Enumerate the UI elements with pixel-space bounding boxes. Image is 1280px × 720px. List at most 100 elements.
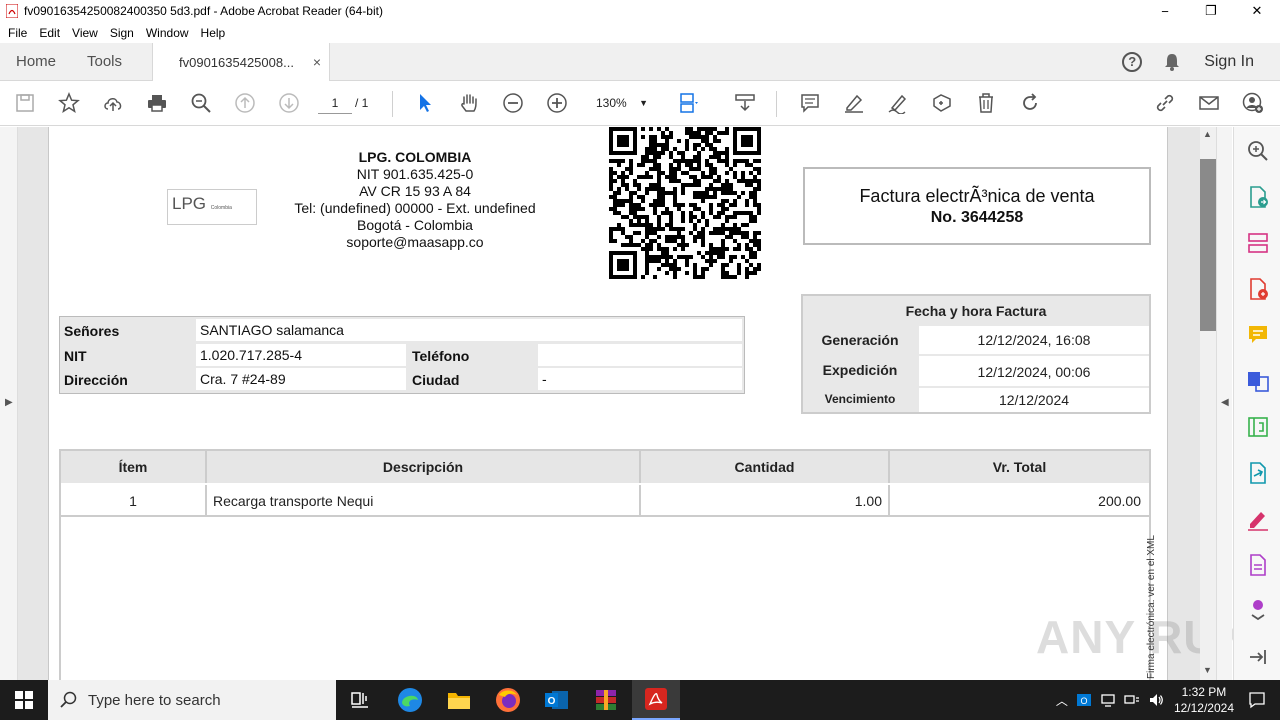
create-pdf-icon[interactable] bbox=[1246, 277, 1270, 301]
table-header-item: Ítem bbox=[61, 451, 207, 483]
menu-window[interactable]: Window bbox=[140, 26, 195, 40]
expedicion-value: 12/12/2024, 00:06 bbox=[919, 356, 1149, 386]
system-tray: ︿ O 1:32 PM 12/12/2024 bbox=[1052, 680, 1280, 720]
zoom-level-select[interactable]: 130% ▼ bbox=[590, 92, 652, 114]
hand-tool-icon[interactable] bbox=[457, 91, 481, 115]
restore-button[interactable]: ❐ bbox=[1188, 0, 1234, 22]
outlook-icon[interactable]: O bbox=[533, 680, 581, 720]
direccion-value: Cra. 7 #24-89 bbox=[196, 368, 406, 390]
firefox-icon[interactable] bbox=[484, 680, 532, 720]
add-user-icon[interactable] bbox=[1241, 91, 1265, 115]
menu-edit[interactable]: Edit bbox=[33, 26, 66, 40]
scroll-up-icon[interactable]: ▲ bbox=[1203, 129, 1212, 139]
toolbar: 1 / 1 130% ▼ bbox=[0, 81, 1280, 126]
draw-sign-icon[interactable] bbox=[886, 91, 910, 115]
zoom-search-icon[interactable] bbox=[189, 91, 213, 115]
bell-icon[interactable] bbox=[1164, 53, 1180, 71]
search-icon bbox=[60, 691, 77, 708]
collapse-rail-icon[interactable] bbox=[1246, 645, 1270, 669]
help-icon[interactable]: ? bbox=[1122, 52, 1143, 72]
table-cell-total: 200.00 bbox=[890, 485, 1149, 517]
windows-taskbar: Type here to search O ︿ O 1:32 PM 12/12/… bbox=[0, 680, 1280, 720]
comment-tool-icon[interactable] bbox=[1246, 323, 1270, 347]
menu-view[interactable]: View bbox=[66, 26, 104, 40]
document-icon[interactable] bbox=[1246, 553, 1270, 577]
invoice-title-box: Factura electrÃ³nica de venta No. 364425… bbox=[803, 167, 1151, 245]
zoom-out-icon[interactable] bbox=[501, 91, 525, 115]
trash-icon[interactable] bbox=[974, 91, 998, 115]
acrobat-taskbar-icon[interactable] bbox=[632, 680, 680, 720]
organize-pages-icon[interactable] bbox=[1246, 231, 1270, 255]
zoom-in-icon[interactable] bbox=[545, 91, 569, 115]
tray-outlook-icon[interactable]: O bbox=[1076, 692, 1092, 708]
email-icon[interactable] bbox=[1197, 91, 1221, 115]
company-address: AV CR 15 93 A 84 bbox=[359, 183, 471, 199]
tab-document[interactable]: fv0901635425008... × bbox=[152, 43, 330, 82]
network-icon[interactable] bbox=[1124, 692, 1140, 708]
compress-icon[interactable] bbox=[1246, 415, 1270, 439]
comment-icon[interactable] bbox=[798, 91, 822, 115]
taskbar-search-box[interactable]: Type here to search bbox=[48, 680, 336, 720]
star-icon[interactable] bbox=[57, 91, 81, 115]
rotate-icon[interactable] bbox=[1018, 91, 1042, 115]
page-total: / 1 bbox=[355, 96, 369, 110]
upload-cloud-icon[interactable] bbox=[101, 91, 125, 115]
tab-home[interactable]: Home bbox=[16, 43, 56, 81]
page-layout-icon[interactable] bbox=[677, 91, 701, 115]
file-explorer-icon[interactable] bbox=[435, 680, 483, 720]
save-icon[interactable] bbox=[13, 91, 37, 115]
scroll-mode-icon[interactable] bbox=[733, 91, 757, 115]
edit-pen-icon[interactable] bbox=[1246, 507, 1270, 531]
tray-expand-icon[interactable]: ︿ bbox=[1056, 692, 1068, 709]
tab-bar: Home Tools fv0901635425008... × ? Sign I… bbox=[0, 43, 1280, 82]
close-button[interactable]: ✕ bbox=[1234, 0, 1280, 22]
export-pdf-icon[interactable] bbox=[1246, 185, 1270, 209]
menu-help[interactable]: Help bbox=[195, 26, 232, 40]
logo-main-text: LPG bbox=[172, 194, 207, 213]
edge-browser-icon[interactable] bbox=[386, 680, 434, 720]
generacion-label: Generación bbox=[821, 332, 899, 348]
tab-tools[interactable]: Tools bbox=[87, 43, 122, 81]
company-tel: Tel: (undefined) 00000 - Ext. undefined bbox=[294, 200, 536, 216]
chevron-down-icon: ▼ bbox=[639, 98, 648, 108]
scrollbar-thumb[interactable] bbox=[1200, 159, 1216, 331]
volume-icon[interactable] bbox=[1148, 692, 1164, 708]
close-tab-icon[interactable]: × bbox=[313, 54, 321, 70]
taskbar-clock[interactable]: 1:32 PM 12/12/2024 bbox=[1174, 684, 1234, 716]
menu-bar: File Edit View Sign Window Help bbox=[0, 22, 1280, 43]
pdf-page: LPG Colombia LPG. COLOMBIA NIT 901.635.4… bbox=[48, 127, 1168, 680]
menu-sign[interactable]: Sign bbox=[104, 26, 140, 40]
minimize-button[interactable]: − bbox=[1142, 0, 1188, 22]
invoice-dates-box: Fecha y hora Factura Generación 12/12/20… bbox=[801, 294, 1151, 414]
senores-label: Señores bbox=[64, 323, 120, 339]
stamp-edit-icon[interactable] bbox=[930, 91, 954, 115]
page-number-input[interactable]: 1 bbox=[318, 92, 352, 114]
more-tools-icon[interactable] bbox=[1246, 597, 1270, 621]
winrar-icon[interactable] bbox=[582, 680, 630, 720]
svg-text:O: O bbox=[548, 696, 556, 707]
convert-icon[interactable] bbox=[1246, 369, 1270, 393]
highlight-pen-icon[interactable] bbox=[842, 91, 866, 115]
sign-in-button[interactable]: Sign In bbox=[1204, 53, 1254, 71]
notifications-icon[interactable] bbox=[1248, 691, 1266, 709]
left-panel-toggle[interactable]: ▶ bbox=[0, 127, 18, 680]
right-panel-toggle[interactable]: ◀ bbox=[1216, 127, 1232, 680]
start-button[interactable] bbox=[0, 680, 48, 720]
task-view-icon[interactable] bbox=[336, 680, 384, 720]
scroll-down-icon[interactable]: ▼ bbox=[1203, 665, 1212, 675]
tray-network-device-icon[interactable] bbox=[1100, 692, 1116, 708]
fill-sign-icon[interactable] bbox=[1246, 461, 1270, 485]
toolbar-divider bbox=[776, 91, 777, 117]
logo-sub-text: Colombia bbox=[210, 205, 232, 211]
svg-text:O: O bbox=[1080, 696, 1087, 706]
link-share-icon[interactable] bbox=[1153, 91, 1177, 115]
previous-page-icon[interactable] bbox=[233, 91, 257, 115]
next-page-icon[interactable] bbox=[277, 91, 301, 115]
document-viewport[interactable]: LPG Colombia LPG. COLOMBIA NIT 901.635.4… bbox=[18, 127, 1200, 680]
select-cursor-icon[interactable] bbox=[413, 91, 437, 115]
menu-file[interactable]: File bbox=[2, 26, 33, 40]
search-zoom-icon[interactable] bbox=[1246, 139, 1270, 163]
print-icon[interactable] bbox=[145, 91, 169, 115]
vertical-scrollbar[interactable]: ▲ ▼ bbox=[1200, 127, 1216, 680]
ciudad-value: - bbox=[538, 368, 742, 390]
